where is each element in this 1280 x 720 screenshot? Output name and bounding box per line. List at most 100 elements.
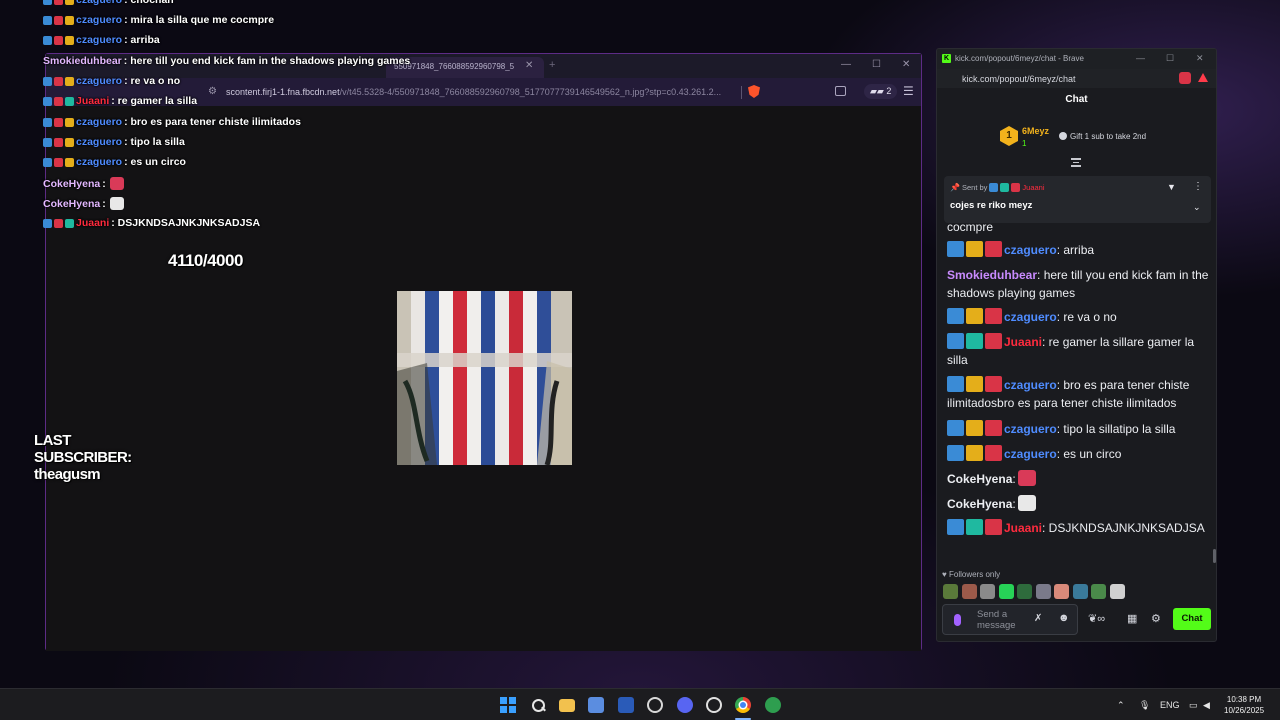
emote-icon[interactable]: [1054, 584, 1069, 599]
sidebar-icon[interactable]: [835, 86, 846, 96]
brave-shield-icon[interactable]: [748, 85, 760, 98]
file-explorer-icon[interactable]: [559, 699, 575, 712]
overlay-username: CokeHyena: [43, 197, 101, 210]
badge-icon: [985, 376, 1002, 392]
microphone-icon[interactable]: [954, 614, 961, 626]
new-tab-icon[interactable]: +: [549, 59, 555, 71]
badge-icon: [985, 445, 1002, 461]
overlay-chat-line: CokeHyena :: [43, 197, 124, 210]
windows-start-icon[interactable]: [500, 697, 516, 713]
kick-address-bar[interactable]: kick.com/popout/6meyz/chat: [937, 69, 1216, 88]
chat-message: CokeHyena:: [947, 470, 1211, 488]
badge-icon: [1000, 183, 1010, 192]
chat-username[interactable]: Juaani: [1004, 335, 1042, 349]
chat-message: czaguero: tipo la sillatipo la silla: [947, 420, 1211, 438]
pin-icon[interactable]: ▼: [1167, 182, 1176, 192]
chat-username[interactable]: czaguero: [1004, 422, 1057, 436]
vscode-icon[interactable]: [618, 697, 634, 713]
emote-icon[interactable]: [1091, 584, 1106, 599]
badge-icon: [947, 445, 964, 461]
brave-rewards-icon[interactable]: [1198, 73, 1208, 82]
store-app-icon[interactable]: [588, 697, 604, 713]
minimize-icon[interactable]: —: [1136, 53, 1145, 63]
chat-username[interactable]: czaguero: [1004, 243, 1057, 257]
tab-title: 550971848_766088592960798_5: [394, 62, 515, 71]
language-indicator[interactable]: ENG: [1160, 700, 1180, 710]
clock[interactable]: 10:38 PM 10/26/2025: [1224, 694, 1264, 716]
overlay-message-text: : re gamer la silla: [111, 95, 198, 107]
taskbar: ⌃ 🎙 ENG ▭ ◀ 10:38 PM 10/26/2025: [0, 688, 1280, 720]
search-icon[interactable]: [530, 697, 546, 713]
minimize-icon[interactable]: —: [841, 59, 851, 70]
overlay-message-text: :: [102, 177, 106, 190]
wallet-button[interactable]: ▰▰ 2: [864, 84, 898, 99]
emote-icon[interactable]: [1035, 584, 1051, 599]
volume-icon[interactable]: ◀: [1203, 700, 1210, 711]
chevron-down-icon[interactable]: ⌄: [1193, 202, 1201, 213]
emote-icon[interactable]: [943, 584, 958, 599]
chat-username[interactable]: czaguero: [1004, 310, 1057, 324]
chat-username[interactable]: CokeHyena: [947, 497, 1012, 511]
emote-icon[interactable]: [961, 584, 977, 599]
chat-messages: cocmpre czaguero: arriba Smokieduhbear: he…: [947, 222, 1211, 560]
microphone-icon[interactable]: 🎙: [1139, 700, 1150, 711]
xbox-icon[interactable]: [765, 697, 781, 713]
chat-message: czaguero: es un circo: [947, 445, 1211, 463]
url-field[interactable]: scontent.firj1-1.fna.fbcdn.net/v/t45.532…: [226, 87, 721, 97]
menu-icon[interactable]: ☰: [903, 84, 914, 98]
gift-leaderboard[interactable]: 1 6Meyz 1 Gift 1 sub to take 2nd: [1000, 126, 1200, 152]
chat-username[interactable]: czaguero: [1004, 378, 1057, 392]
overlay-message-text: : here till you end kick fam in the shad…: [123, 55, 411, 67]
site-info-icon[interactable]: ⚙: [208, 86, 217, 97]
collapse-icon[interactable]: [1071, 158, 1081, 167]
chat-message: cocmpre: [947, 222, 1211, 236]
rank-badge: 1: [1000, 126, 1018, 146]
badge-icon: [65, 15, 74, 25]
emote-icon: [1017, 470, 1036, 486]
discord-icon[interactable]: [677, 697, 693, 713]
emote-icon: [1017, 495, 1036, 511]
message-input[interactable]: Send a message ✗ ☻: [942, 604, 1078, 635]
badge-icon: [43, 35, 52, 45]
network-icon[interactable]: ▭: [1189, 700, 1198, 711]
kick-title-bar: K kick.com/popout/6meyz/chat - Brave — ☐…: [937, 49, 1216, 69]
brave-shield-icon[interactable]: [1179, 72, 1191, 84]
gift-prompt[interactable]: Gift 1 sub to take 2nd: [1059, 132, 1146, 141]
emote-icon[interactable]: [998, 584, 1014, 599]
rewards-icon[interactable]: ❦∞: [1088, 612, 1105, 625]
emoji-icon[interactable]: ☻: [1058, 612, 1070, 624]
maximize-icon[interactable]: ☐: [872, 59, 881, 70]
badge-icon: [54, 15, 63, 25]
chat-username[interactable]: czaguero: [1004, 447, 1057, 461]
chevron-up-icon[interactable]: ⌃: [1117, 700, 1125, 711]
obs-icon[interactable]: [706, 697, 722, 713]
store-icon[interactable]: ▦: [1127, 612, 1137, 625]
close-window-icon[interactable]: ✕: [902, 59, 910, 70]
overlay-chat-line: czaguero: re va o no: [43, 75, 180, 87]
badge-icon: [947, 376, 964, 392]
chat-username[interactable]: Smokieduhbear: [947, 268, 1037, 282]
more-options-icon[interactable]: ⋮: [1193, 181, 1203, 192]
maximize-icon[interactable]: ☐: [1166, 53, 1174, 64]
chat-username[interactable]: Juaani: [1004, 521, 1042, 535]
text-format-icon[interactable]: ✗: [1034, 613, 1042, 624]
overlay-username: czaguero: [76, 156, 123, 168]
settings-icon[interactable]: ⚙: [1151, 612, 1161, 625]
steam-icon[interactable]: [647, 697, 663, 713]
overlay-chat-line: Juaani: DSJKNDSAJNKJNKSADJSA: [43, 217, 260, 229]
close-window-icon[interactable]: ✕: [1196, 53, 1204, 64]
emote-icon[interactable]: [1017, 584, 1032, 599]
pinned-message[interactable]: 📌 Sent by Juaani cojes re riko meyz ▼ ⋮ …: [944, 176, 1211, 223]
chat-scrollbar[interactable]: [1213, 549, 1216, 563]
chrome-icon[interactable]: [735, 697, 751, 713]
badge-icon: [43, 0, 52, 5]
tab-close-icon[interactable]: ✕: [525, 60, 533, 71]
emote-icon[interactable]: [980, 584, 995, 599]
leader-count: 1: [1022, 139, 1027, 148]
emote-icon[interactable]: [1072, 584, 1088, 599]
badge-icon: [966, 333, 983, 349]
emote-icon[interactable]: [1109, 584, 1125, 599]
image-viewport: [46, 106, 921, 651]
send-chat-button[interactable]: Chat: [1173, 608, 1211, 630]
chat-username[interactable]: CokeHyena: [947, 472, 1012, 486]
